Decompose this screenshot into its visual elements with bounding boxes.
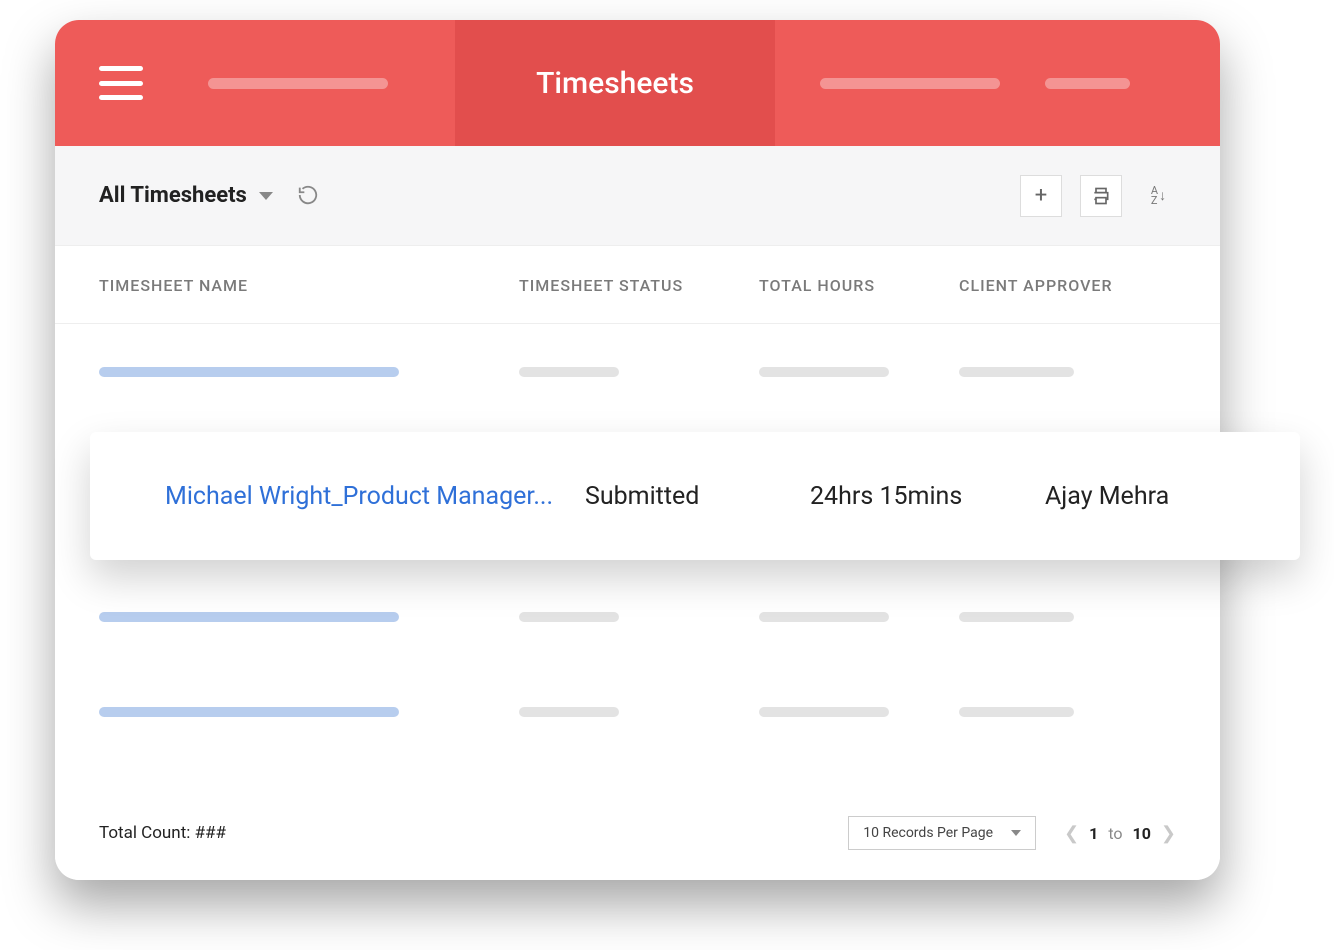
plus-icon: + (1035, 183, 1047, 208)
page-to-word: to (1108, 824, 1122, 843)
header-title-tab[interactable]: Timesheets (455, 20, 775, 146)
column-header-hours[interactable]: TOTAL HOURS (759, 276, 959, 295)
column-header-status[interactable]: TIMESHEET STATUS (519, 276, 759, 295)
per-page-label: 10 Records Per Page (863, 825, 993, 841)
table-row-highlighted[interactable]: Michael Wright_Product Manager... Submit… (90, 432, 1300, 560)
toolbar: All Timesheets + (55, 146, 1220, 246)
refresh-icon[interactable] (297, 184, 321, 208)
placeholder-bar (99, 612, 399, 622)
chevron-down-icon (1011, 830, 1021, 836)
header-placeholder (208, 78, 388, 89)
filter-label: All Timesheets (99, 183, 247, 208)
next-page-button[interactable]: ❯ (1161, 823, 1176, 844)
placeholder-bar (99, 707, 399, 717)
table-row[interactable] (99, 664, 1176, 759)
placeholder-bar (959, 367, 1074, 377)
placeholder-bar (759, 367, 889, 377)
placeholder-bar (99, 367, 399, 377)
printer-icon (1091, 186, 1111, 206)
table-footer: Total Count: ### 10 Records Per Page ❮ 1… (55, 790, 1220, 880)
timesheet-status: Submitted (585, 482, 810, 511)
timesheet-name-link[interactable]: Michael Wright_Product Manager... (165, 482, 585, 511)
timesheets-window: Timesheets All Timesheets + (55, 20, 1220, 880)
placeholder-bar (519, 612, 619, 622)
table-header-row: TIMESHEET NAME TIMESHEET STATUS TOTAL HO… (55, 246, 1220, 324)
records-per-page-dropdown[interactable]: 10 Records Per Page (848, 816, 1036, 850)
sort-button[interactable]: AZ ↓ (1140, 178, 1176, 214)
timesheet-approver: Ajay Mehra (1045, 482, 1300, 511)
app-header: Timesheets (55, 20, 1220, 146)
chevron-down-icon (259, 192, 273, 200)
hamburger-menu-icon[interactable] (99, 66, 143, 100)
placeholder-bar (959, 612, 1074, 622)
column-header-name[interactable]: TIMESHEET NAME (99, 276, 519, 295)
column-header-approver[interactable]: CLIENT APPROVER (959, 276, 1176, 295)
print-button[interactable] (1080, 175, 1122, 217)
placeholder-bar (759, 707, 889, 717)
placeholder-bar (759, 612, 889, 622)
table-row[interactable] (99, 569, 1176, 664)
placeholder-bar (959, 707, 1074, 717)
header-placeholder (1045, 78, 1130, 89)
timesheet-hours: 24hrs 15mins (810, 482, 1045, 511)
pagination: ❮ 1 to 10 ❯ (1064, 823, 1176, 844)
header-placeholder (820, 78, 1000, 89)
page-from: 1 (1089, 824, 1098, 843)
page-title: Timesheets (536, 66, 694, 101)
sort-az-icon: AZ ↓ (1151, 186, 1165, 206)
placeholder-bar (519, 367, 619, 377)
placeholder-bar (519, 707, 619, 717)
add-button[interactable]: + (1020, 175, 1062, 217)
total-count-label: Total Count: ### (99, 823, 226, 843)
page-to: 10 (1133, 824, 1151, 843)
table-row[interactable] (99, 324, 1176, 419)
filter-dropdown[interactable]: All Timesheets (99, 183, 273, 208)
prev-page-button[interactable]: ❮ (1064, 823, 1079, 844)
